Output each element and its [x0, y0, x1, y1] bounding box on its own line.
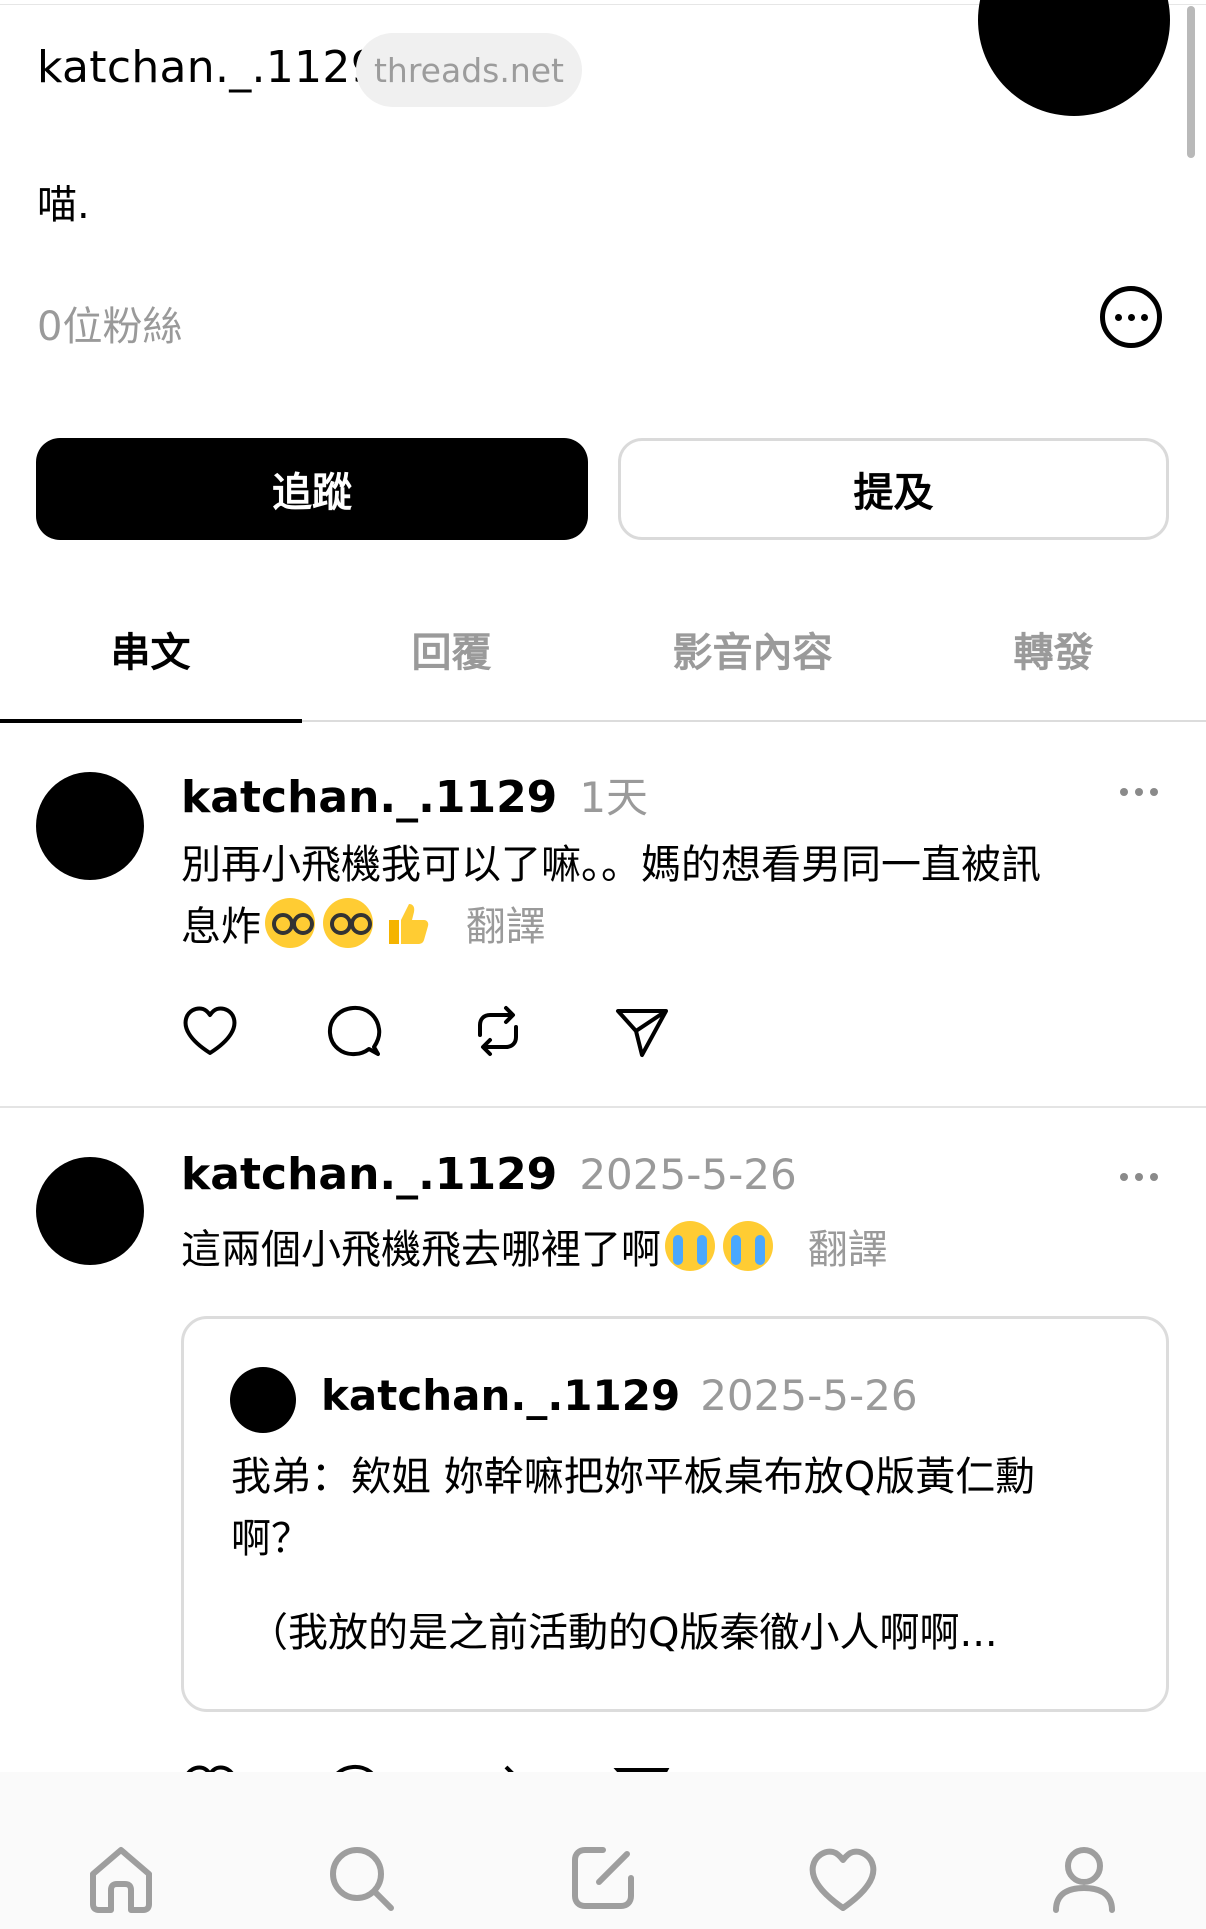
mention-button[interactable]: 提及 — [618, 438, 1169, 540]
home-icon[interactable] — [81, 1838, 161, 1918]
send-icon[interactable] — [610, 999, 674, 1063]
quoted-text-line: 啊？ — [231, 1516, 311, 1562]
post-avatar[interactable] — [36, 772, 144, 880]
post-divider — [0, 1106, 1206, 1108]
crying-face-emoji — [665, 1221, 715, 1271]
quoted-text-line: （我放的是之前活動的Q版秦徹小人啊啊... — [248, 1610, 998, 1656]
post-text: 這兩個小飛機飛去哪裡了啊 翻譯 — [181, 1219, 1141, 1281]
profile-avatar[interactable] — [978, 0, 1170, 116]
post-more-icon[interactable] — [1120, 1173, 1158, 1181]
post-text-line: 息炸 翻譯 — [181, 896, 1141, 958]
comment-icon[interactable] — [322, 1758, 386, 1772]
profile-username: katchan._.1129 — [37, 42, 379, 93]
translate-link[interactable]: 翻譯 — [466, 904, 546, 950]
quoted-text: 我弟：欸姐 妳幹嘛把妳平板桌布放Q版黃仁勳 啊？ — [231, 1446, 1131, 1570]
heart-icon[interactable] — [178, 1758, 242, 1772]
send-icon[interactable] — [610, 1758, 674, 1772]
nerd-face-emoji — [265, 898, 315, 948]
more-options-icon[interactable] — [1100, 286, 1162, 348]
tab-threads[interactable]: 串文 — [0, 620, 301, 678]
post-header: katchan._.1129 2025-5-26 — [181, 1149, 797, 1200]
follow-button[interactable]: 追蹤 — [36, 438, 588, 540]
active-tab-indicator — [0, 719, 302, 723]
profile-icon[interactable] — [1044, 1838, 1124, 1918]
scrollbar[interactable] — [1187, 6, 1195, 158]
post-username[interactable]: katchan._.1129 — [181, 1149, 557, 1200]
domain-badge[interactable]: threads.net — [356, 33, 582, 107]
quoted-avatar — [230, 1367, 296, 1433]
quoted-header: katchan._.1129 2025-5-26 — [321, 1371, 918, 1420]
tab-replies[interactable]: 回覆 — [301, 620, 602, 678]
nerd-face-emoji — [323, 898, 373, 948]
crying-face-emoji — [723, 1221, 773, 1271]
activity-heart-icon[interactable] — [803, 1838, 883, 1918]
search-icon[interactable] — [321, 1838, 401, 1918]
post-actions-clipped — [0, 1748, 1206, 1772]
compose-icon[interactable] — [563, 1838, 643, 1918]
post-timestamp: 1天 — [579, 773, 649, 822]
quoted-timestamp: 2025-5-26 — [700, 1371, 918, 1420]
tab-media[interactable]: 影音內容 — [602, 620, 903, 678]
post-timestamp: 2025-5-26 — [579, 1150, 797, 1199]
post-text-line: 別再小飛機我可以了嘛。。媽的想看男同一直被訊 — [181, 842, 1041, 888]
post-header: katchan._.1129 1天 — [181, 764, 648, 825]
repost-icon[interactable] — [466, 999, 530, 1063]
post-text: 別再小飛機我可以了嘛。。媽的想看男同一直被訊 息炸 翻譯 — [181, 834, 1141, 958]
translate-link[interactable]: 翻譯 — [808, 1227, 888, 1273]
repost-icon[interactable] — [466, 1758, 530, 1772]
thumbs-up-emoji — [381, 898, 431, 948]
tab-reposts[interactable]: 轉發 — [903, 620, 1204, 678]
comment-icon[interactable] — [322, 999, 386, 1063]
quoted-text-line: 我弟：欸姐 妳幹嘛把妳平板桌布放Q版黃仁勳 — [231, 1454, 1036, 1500]
followers-count[interactable]: 0位粉絲 — [37, 294, 182, 352]
post-username[interactable]: katchan._.1129 — [181, 772, 557, 823]
profile-bio: 喵. — [37, 182, 90, 228]
heart-icon[interactable] — [178, 999, 242, 1063]
quoted-username: katchan._.1129 — [321, 1371, 681, 1420]
post-more-icon[interactable] — [1120, 788, 1158, 796]
post-avatar[interactable] — [36, 1157, 144, 1265]
